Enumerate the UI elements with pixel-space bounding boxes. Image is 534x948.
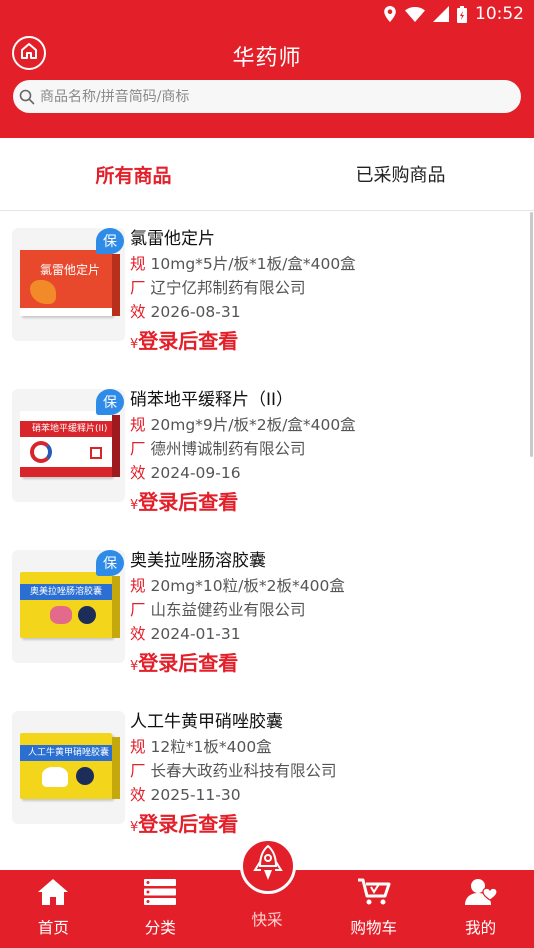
product-expiry: 2026-08-31 bbox=[150, 303, 241, 321]
insurance-badge: 保 bbox=[96, 228, 124, 254]
price-login-text: 登录后查看 bbox=[138, 812, 239, 836]
product-list: 氯雷他定片 保 氯雷他定片 规 10mg*5片/板*1板/盒*400盒 厂辽宁亿邦… bbox=[0, 212, 534, 856]
product-maker: 德州博诚制药有限公司 bbox=[150, 440, 306, 458]
spec-label: 规 bbox=[130, 416, 146, 434]
product-image: 人工牛黄甲硝唑胶囊 bbox=[12, 711, 125, 824]
price-login-text: 登录后查看 bbox=[138, 490, 239, 514]
search-icon bbox=[19, 89, 35, 105]
box-label: 硝苯地平缓释片(II) bbox=[20, 421, 112, 437]
location-icon bbox=[383, 6, 397, 22]
product-maker: 长春大政药业科技有限公司 bbox=[150, 762, 337, 780]
product-maker: 山东益健药业有限公司 bbox=[150, 601, 306, 619]
signal-icon bbox=[433, 6, 449, 22]
maker-label: 厂 bbox=[130, 279, 146, 297]
product-item[interactable]: 人工牛黄甲硝唑胶囊 人工牛黄甲硝唑胶囊 规 12粒*1板*400盒 厂长春大政药业… bbox=[0, 695, 534, 856]
maker-label: 厂 bbox=[130, 762, 146, 780]
product-name: 氯雷他定片 bbox=[130, 229, 215, 249]
home-icon bbox=[37, 878, 69, 910]
app-header: 华药师 bbox=[0, 28, 534, 138]
product-price[interactable]: ¥登录后查看 bbox=[130, 809, 524, 839]
product-spec: 12粒*1板*400盒 bbox=[150, 738, 272, 756]
expiry-label: 效 bbox=[130, 464, 146, 482]
app-screen: 10:52 华药师 所有商品 已采购商品 氯雷他定片 bbox=[0, 0, 534, 948]
tabbar-item-home[interactable]: 首页 bbox=[0, 870, 107, 948]
search-input[interactable] bbox=[40, 88, 500, 105]
tab-all-products[interactable]: 所有商品 bbox=[0, 138, 267, 210]
price-login-text: 登录后查看 bbox=[138, 651, 239, 675]
insurance-badge: 保 bbox=[96, 550, 124, 576]
product-name: 硝苯地平缓释片（II） bbox=[130, 390, 294, 410]
product-maker: 辽宁亿邦制药有限公司 bbox=[150, 279, 306, 297]
tabbar-item-mine[interactable]: 我的 bbox=[427, 870, 534, 948]
medicine-box-icon: 氯雷他定片 bbox=[20, 250, 120, 316]
spec-label: 规 bbox=[130, 255, 146, 273]
medicine-box-icon: 硝苯地平缓释片(II) bbox=[20, 411, 120, 477]
expiry-label: 效 bbox=[130, 303, 146, 321]
product-name: 人工牛黄甲硝唑胶囊 bbox=[130, 712, 283, 732]
spec-label: 规 bbox=[130, 738, 146, 756]
maker-label: 厂 bbox=[130, 601, 146, 619]
spec-label: 规 bbox=[130, 577, 146, 595]
product-item[interactable]: 氯雷他定片 保 氯雷他定片 规 10mg*5片/板*1板/盒*400盒 厂辽宁亿邦… bbox=[0, 212, 534, 373]
rocket-icon bbox=[251, 844, 285, 888]
status-time: 10:52 bbox=[475, 4, 524, 24]
list-scrollbar[interactable] bbox=[530, 212, 533, 457]
product-item[interactable]: 硝苯地平缓释片(II) 保 硝苯地平缓释片（II） 规 20mg*9片/板*2板/… bbox=[0, 373, 534, 534]
cart-icon bbox=[357, 878, 391, 910]
product-tabs: 所有商品 已采购商品 bbox=[0, 138, 534, 211]
expiry-label: 效 bbox=[130, 786, 146, 804]
product-spec: 10mg*5片/板*1板/盒*400盒 bbox=[150, 255, 356, 273]
product-item[interactable]: 奥美拉唑肠溶胶囊 保 奥美拉唑肠溶胶囊 规 20mg*10粒/板*2板*400盒 … bbox=[0, 534, 534, 695]
product-price[interactable]: ¥登录后查看 bbox=[130, 648, 524, 678]
product-price[interactable]: ¥登录后查看 bbox=[130, 487, 524, 517]
price-login-text: 登录后查看 bbox=[138, 329, 239, 353]
product-spec: 20mg*9片/板*2板/盒*400盒 bbox=[150, 416, 356, 434]
tabbar-item-cart[interactable]: 购物车 bbox=[320, 870, 427, 948]
product-expiry: 2024-09-16 bbox=[150, 464, 241, 482]
wifi-icon bbox=[405, 6, 425, 22]
tabbar-item-category[interactable]: 分类 bbox=[107, 870, 214, 948]
box-label: 奥美拉唑肠溶胶囊 bbox=[20, 584, 112, 600]
battery-icon bbox=[457, 5, 467, 23]
product-name: 奥美拉唑肠溶胶囊 bbox=[130, 551, 266, 571]
tabbar-label: 我的 bbox=[465, 919, 497, 937]
expiry-label: 效 bbox=[130, 625, 146, 643]
insurance-badge: 保 bbox=[96, 389, 124, 415]
box-label: 人工牛黄甲硝唑胶囊 bbox=[20, 745, 112, 761]
medicine-box-icon: 奥美拉唑肠溶胶囊 bbox=[20, 572, 120, 638]
box-label: 氯雷他定片 bbox=[40, 263, 101, 277]
tab-purchased-products[interactable]: 已采购商品 bbox=[267, 138, 534, 210]
product-price[interactable]: ¥登录后查看 bbox=[130, 326, 524, 356]
search-bar[interactable] bbox=[13, 80, 521, 113]
tabbar-label: 首页 bbox=[37, 919, 69, 937]
status-bar: 10:52 bbox=[0, 0, 534, 28]
product-expiry: 2024-01-31 bbox=[150, 625, 241, 643]
product-spec: 20mg*10粒/板*2板*400盒 bbox=[150, 577, 345, 595]
user-icon bbox=[464, 878, 498, 910]
product-expiry: 2025-11-30 bbox=[150, 786, 241, 804]
medicine-box-icon: 人工牛黄甲硝唑胶囊 bbox=[20, 733, 120, 799]
quick-buy-button[interactable] bbox=[240, 838, 296, 894]
tabbar-label: 分类 bbox=[144, 919, 176, 937]
category-icon bbox=[143, 878, 177, 910]
tabbar-label: 购物车 bbox=[350, 919, 398, 937]
tabbar-label: 快采 bbox=[251, 911, 283, 929]
maker-label: 厂 bbox=[130, 440, 146, 458]
page-title: 华药师 bbox=[232, 46, 302, 71]
